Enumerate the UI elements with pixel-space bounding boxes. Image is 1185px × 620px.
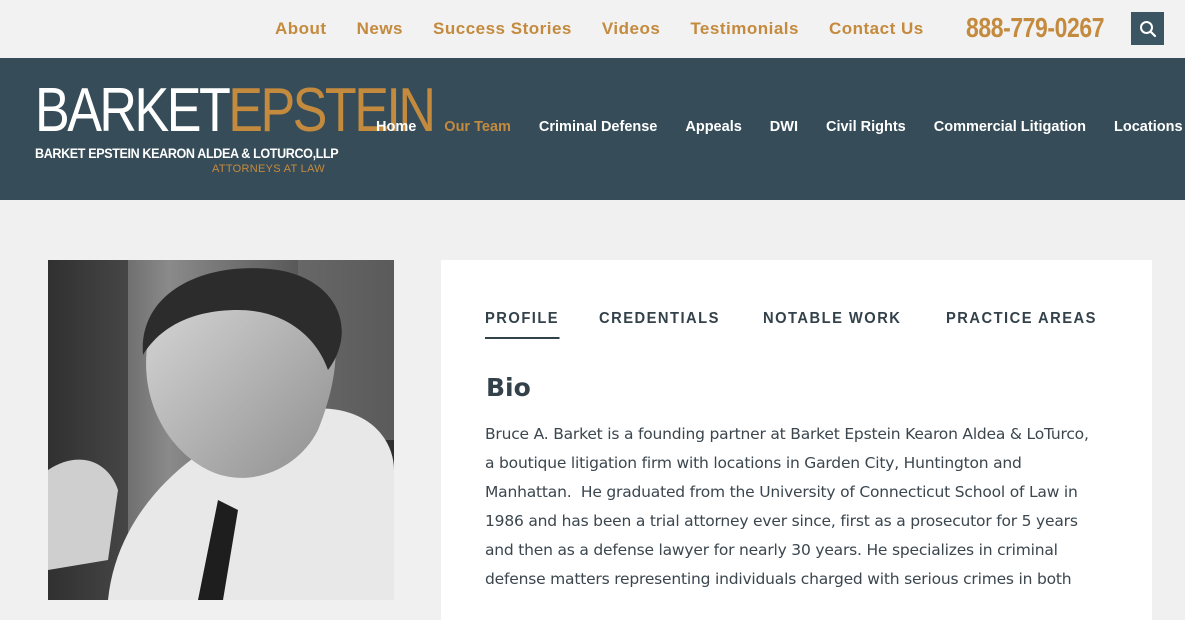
bio-line: defense matters representing individuals…	[485, 570, 1072, 588]
logo-firm-name: BARKET EPSTEIN KEARON ALDEA & LOTURCO,LL…	[35, 146, 339, 161]
bio-line: and then as a defense lawyer for nearly …	[485, 541, 1058, 559]
top-navigation: About News Success Stories Videos Testim…	[260, 18, 939, 40]
search-icon	[1139, 20, 1156, 37]
search-button[interactable]	[1131, 12, 1164, 45]
profile-tabs: PROFILE CREDENTIALS NOTABLE WORK PRACTIC…	[485, 310, 1143, 339]
bio-line: a boutique litigation firm with location…	[485, 454, 1022, 472]
topnav-success-stories-link[interactable]: Success Stories	[433, 18, 572, 40]
nav-commercial-litigation-link[interactable]: Commercial Litigation	[934, 119, 1086, 135]
tab-practice-areas[interactable]: PRACTICE AREAS	[946, 310, 1097, 339]
nav-appeals-link[interactable]: Appeals	[685, 119, 741, 135]
nav-home-link[interactable]: Home	[376, 119, 416, 135]
attorney-portrait	[48, 260, 394, 600]
topnav-contact-us-link[interactable]: Contact Us	[829, 18, 924, 40]
bio-line: 1986 and has been a trial attorney ever …	[485, 512, 1078, 530]
nav-our-team-link[interactable]: Our Team	[444, 119, 511, 135]
phone-number[interactable]: 888-779-0267	[966, 10, 1104, 46]
topnav-videos-link[interactable]: Videos	[602, 18, 660, 40]
portrait-image	[48, 260, 394, 600]
firm-logo[interactable]: BARKETEPSTEIN BARKET EPSTEIN KEARON ALDE…	[35, 78, 436, 178]
top-bar: About News Success Stories Videos Testim…	[0, 0, 1185, 58]
main-header: BARKETEPSTEIN BARKET EPSTEIN KEARON ALDE…	[0, 58, 1185, 200]
tab-credentials[interactable]: CREDENTIALS	[599, 310, 720, 339]
bio-heading: Bio	[486, 373, 531, 402]
bio-line: Manhattan. He graduated from the Univers…	[485, 483, 1078, 501]
topnav-about-link[interactable]: About	[275, 18, 327, 40]
tab-notable-work[interactable]: NOTABLE WORK	[763, 310, 901, 339]
bio-line: Bruce A. Barket is a founding partner at…	[485, 425, 1089, 443]
tab-profile[interactable]: PROFILE	[485, 310, 560, 339]
profile-card: PROFILE CREDENTIALS NOTABLE WORK PRACTIC…	[441, 260, 1152, 620]
nav-locations-link[interactable]: Locations	[1114, 119, 1182, 135]
main-navigation: Home Our Team Criminal Defense Appeals D…	[362, 119, 1185, 135]
topnav-testimonials-link[interactable]: Testimonials	[690, 18, 799, 40]
logo-tagline: ATTORNEYS AT LAW	[212, 163, 325, 175]
nav-civil-rights-link[interactable]: Civil Rights	[826, 119, 906, 135]
topnav-news-link[interactable]: News	[357, 18, 403, 40]
nav-criminal-defense-link[interactable]: Criminal Defense	[539, 119, 657, 135]
bio-text: Bruce A. Barket is a founding partner at…	[485, 420, 1107, 594]
nav-dwi-link[interactable]: DWI	[770, 119, 798, 135]
